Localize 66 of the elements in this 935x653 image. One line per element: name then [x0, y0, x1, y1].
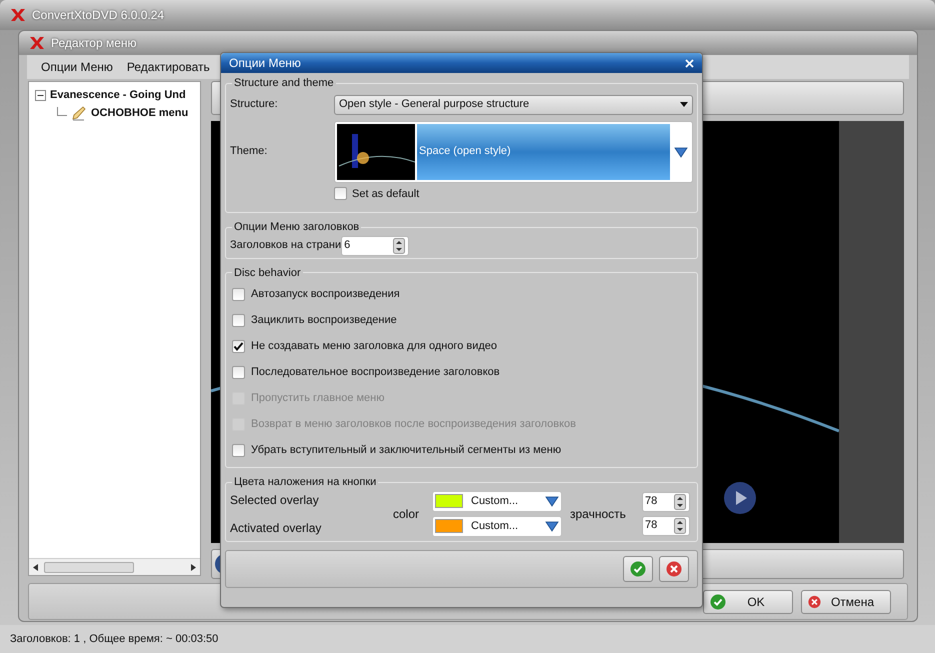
dropdown-arrow-icon — [545, 495, 559, 507]
theme-name: Space (open style) — [419, 144, 511, 160]
checkbox-label: Убрать вступительный и заключительный сегменты из меню — [251, 442, 562, 458]
close-icon[interactable] — [685, 58, 694, 68]
color-label: color — [392, 506, 420, 522]
close-circle-icon — [666, 560, 682, 576]
pencil-icon — [71, 105, 87, 121]
checkbox[interactable] — [232, 340, 245, 352]
menu-item[interactable]: Редактировать — [126, 58, 210, 76]
checkbox[interactable] — [232, 288, 245, 300]
checkbox-label: Пропустить главное меню — [251, 390, 385, 406]
theme-dropdown[interactable]: Space (open style) — [334, 120, 693, 182]
check-circle-icon — [630, 560, 646, 576]
tree-line — [57, 107, 67, 119]
checkbox-label: Зациклить воспроизведение — [251, 312, 397, 328]
group-title: Structure and theme — [233, 76, 335, 91]
checkbox[interactable] — [232, 366, 245, 378]
caret-icon — [680, 102, 688, 107]
checkbox-label: Автозапуск воспроизведения — [251, 286, 400, 302]
dropdown-arrow-icon — [545, 520, 559, 532]
overlay-label: Activated overlay — [230, 520, 322, 536]
window-title: Редактор меню — [51, 35, 137, 52]
ok-button[interactable]: OK — [703, 590, 793, 614]
spin-arrows-icon[interactable] — [674, 494, 686, 510]
menu-item[interactable]: Опции Меню — [41, 58, 113, 76]
titles-per-page-field[interactable]: 6 — [341, 236, 410, 256]
logo-icon — [29, 36, 45, 50]
cancel-button[interactable]: Отмена — [801, 590, 891, 614]
group-title: Disc behavior — [233, 266, 302, 280]
window-title: ConvertXtoDVD 6.0.0.24 — [32, 7, 164, 24]
collapse-icon[interactable] — [35, 90, 46, 100]
color-dropdown[interactable]: Custom... — [432, 490, 562, 512]
dialog-title: Опции Меню — [229, 55, 301, 72]
scroll-left-icon[interactable] — [33, 564, 38, 570]
scroll-right-icon[interactable] — [191, 564, 196, 570]
checkbox-label: Не создавать меню заголовка для одного видео — [251, 338, 498, 354]
structure-label: Structure: — [230, 97, 279, 112]
close-circle-icon — [808, 594, 821, 610]
cancel-button[interactable] — [659, 556, 689, 582]
horizontal-scrollbar[interactable] — [29, 558, 200, 575]
play-icon — [723, 481, 757, 515]
tree-item[interactable]: ОСНОВНОЕ menu — [91, 104, 188, 122]
transparency-label: зрачность — [569, 506, 627, 522]
ok-button[interactable] — [623, 556, 653, 582]
titles-per-page-label: Заголовков на страни — [230, 238, 342, 254]
checkbox[interactable] — [232, 444, 245, 456]
transparency-field[interactable]: 78 — [642, 516, 690, 536]
group-title: Опции Меню заголовков — [233, 220, 360, 235]
checkbox-label: Set as default — [352, 186, 420, 202]
tree-item[interactable]: Evanescence - Going Und — [50, 86, 186, 104]
theme-label: Theme: — [230, 144, 268, 160]
status-text: Заголовков: 1 , Общее время: ~ 00:03:50 — [10, 632, 218, 647]
checkbox[interactable] — [232, 314, 245, 326]
group-title: Цвета наложения на кнопки — [233, 475, 378, 490]
check-circle-icon — [710, 594, 726, 610]
transparency-field[interactable]: 78 — [642, 492, 690, 512]
checkbox[interactable] — [334, 187, 347, 200]
structure-dropdown[interactable]: Open style - General purpose structure — [334, 94, 693, 114]
color-dropdown[interactable]: Custom... — [432, 516, 562, 536]
dropdown-arrow-icon — [674, 146, 688, 158]
spin-arrows-icon[interactable] — [393, 238, 406, 254]
spin-arrows-icon[interactable] — [674, 518, 686, 534]
checkbox-label: Возврат в меню заголовков после воспроизведения заголовков — [251, 416, 576, 432]
checkbox-label: Последовательное воспроизведение заголовков — [251, 364, 500, 380]
logo-icon — [10, 8, 26, 22]
overlay-label: Selected overlay — [230, 492, 320, 508]
